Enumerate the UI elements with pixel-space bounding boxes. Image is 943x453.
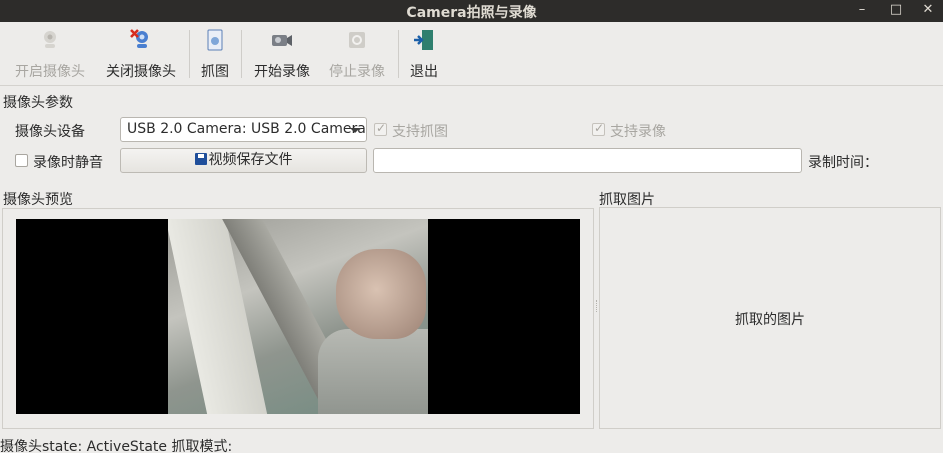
checkmark-icon: ✓	[594, 121, 605, 135]
support-capture-label: 支持抓图	[392, 124, 448, 140]
close-camera-button[interactable]: 关闭摄像头	[102, 28, 180, 84]
toolbar-separator	[189, 30, 190, 78]
close-window-button[interactable]: ✕	[917, 0, 939, 22]
open-camera-label: 开启摄像头	[15, 64, 85, 80]
device-select-value: USB 2.0 Camera: USB 2.0 Camera	[127, 121, 366, 137]
preview-group-title: 摄像头预览	[3, 192, 73, 208]
save-path-input[interactable]	[373, 148, 802, 173]
capture-button[interactable]: 抓图	[196, 28, 234, 84]
exit-label: 退出	[410, 64, 438, 80]
mute-checkbox[interactable]	[15, 154, 28, 167]
webcam-icon	[38, 28, 62, 52]
chevron-down-icon	[350, 128, 360, 133]
stop-record-button[interactable]: 停止录像	[325, 28, 389, 84]
capture-label: 抓图	[201, 64, 229, 80]
captured-image-placeholder: 抓取的图片	[735, 312, 805, 328]
camera-preview	[16, 219, 580, 414]
record-time-label: 录制时间：	[808, 155, 878, 171]
params-group-title: 摄像头参数	[3, 95, 73, 111]
device-select[interactable]: USB 2.0 Camera: USB 2.0 Camera	[120, 117, 367, 142]
toolbar-separator	[398, 30, 399, 78]
minimize-button[interactable]: –	[851, 0, 873, 22]
stop-record-label: 停止录像	[329, 64, 385, 80]
support-capture-checkbox[interactable]: ✓	[374, 121, 387, 136]
support-record-label: 支持录像	[610, 124, 666, 140]
mute-label: 录像时静音	[33, 155, 103, 171]
start-record-label: 开始录像	[254, 64, 310, 80]
camera-feed-image	[168, 219, 428, 414]
capture-group-title: 抓取图片	[599, 192, 655, 208]
exit-button[interactable]: 退出	[406, 28, 442, 84]
window-title: Camera拍照与录像	[406, 5, 537, 21]
close-camera-label: 关闭摄像头	[106, 64, 176, 80]
exit-door-icon	[412, 28, 436, 52]
checkmark-icon: ✓	[376, 121, 387, 135]
webcam-close-icon	[129, 28, 153, 52]
floppy-disk-icon	[194, 153, 207, 165]
save-file-button[interactable]: 视频保存文件	[120, 148, 367, 173]
splitter-handle[interactable]	[596, 300, 598, 312]
toolbar-separator	[241, 30, 242, 78]
picture-icon	[203, 28, 227, 52]
status-bar-text: 摄像头state: ActiveState 抓取模式:	[0, 439, 233, 453]
open-camera-button[interactable]: 开启摄像头	[10, 28, 90, 84]
stop-icon	[345, 28, 369, 52]
title-bar: Camera拍照与录像 – □ ✕	[0, 0, 943, 22]
maximize-button[interactable]: □	[885, 0, 907, 22]
toolbar: 开启摄像头 关闭摄像头 抓图 开始录像 停止录像 退出	[0, 22, 943, 86]
video-camera-icon	[270, 28, 294, 52]
start-record-button[interactable]: 开始录像	[250, 28, 314, 84]
device-label: 摄像头设备	[15, 124, 85, 140]
support-record-checkbox[interactable]: ✓	[592, 121, 605, 136]
save-file-label: 视频保存文件	[208, 152, 293, 168]
